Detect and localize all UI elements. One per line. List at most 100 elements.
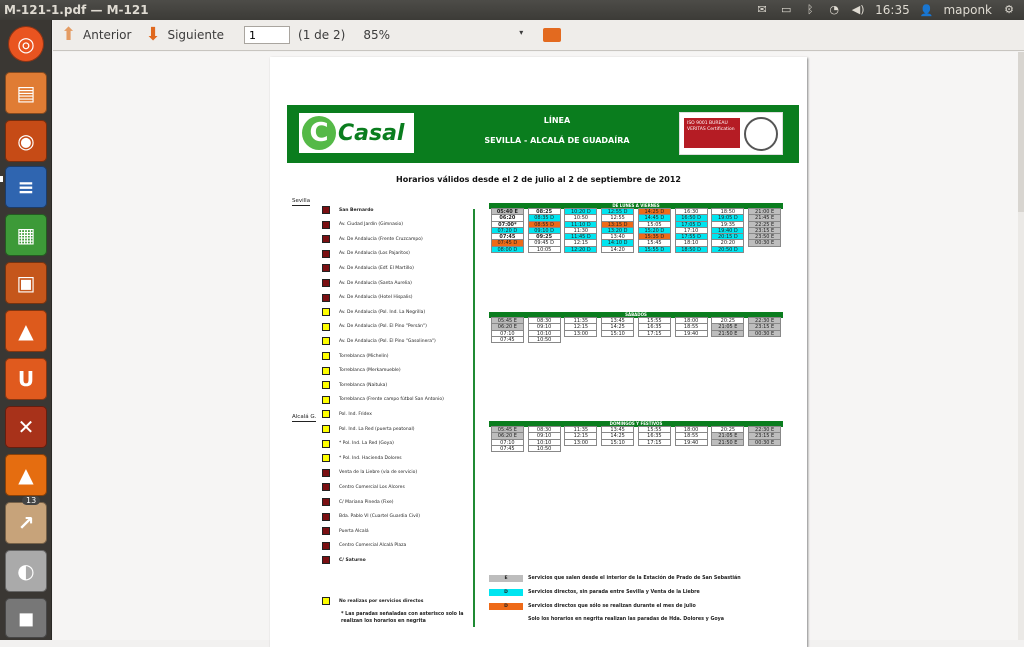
stop-item: Bda. Pablo VI (Cuartel Guardia Civil) [322,512,420,522]
casal-logo: C Casal [299,113,414,153]
wifi-icon[interactable]: ◔ [827,4,841,16]
time-cell: 10:05 [527,245,561,254]
zone-sevilla: Sevilla [292,198,311,206]
scrollbar[interactable] [1018,52,1024,640]
stop-item: C/ Mariana Pineda (Fixe) [322,497,393,507]
zone-alcala: Alcalá G. [292,414,317,422]
stop-item: Av. Ciudad Jardín (Gimnasio) [322,220,403,230]
divider-line [473,209,475,627]
stop-item: Torreblanca (Michelín) [322,351,389,361]
arrow-up-icon: ⬆ [61,24,77,45]
time-cell: 14:20 [601,245,635,254]
zoom-value: 85% [363,28,390,42]
time-cell: 21:50 E [711,329,745,337]
window-title: M-121-1.pdf — M-121 [4,3,149,17]
stop-item: Torreblanca (Naituka) [322,380,387,390]
stop-item: Av. De Andalucía (Hotel Hispalis) [322,293,413,303]
calc-icon[interactable]: ▦ [5,214,47,256]
impress-icon[interactable]: ▣ [5,262,47,304]
stop-item: Centro Comercial Los Alcores [322,482,405,492]
username[interactable]: maponk [943,3,992,17]
launcher: ◎ ▤ ◉ ≡ ▦ ▣ ▲ U ✕ ▲ ↗ 13 ◐ ◼ [0,20,52,640]
time-cell: 15:10 [601,329,635,337]
route-title: SEVILLA - ALCALÁ DE GUADAÍRA [484,136,630,145]
validity-title: Horarios válidos desde el 2 de julio al … [396,175,681,184]
writer-icon[interactable]: ≡ [5,166,47,208]
previous-label: Anterior [83,28,132,42]
dash-home-icon[interactable]: ◎ [8,26,44,62]
volume-icon[interactable]: ◀) [851,4,865,16]
time-cell: 07:45 [490,335,524,344]
page-number-input[interactable] [244,26,291,44]
legend-yellow: No realizas por servicios directos [322,596,423,606]
legend-item: D Servicios directos que sólo se realizan… [489,602,696,610]
document-view[interactable]: C Casal LÍNEA SEVILLA - ALCALÁ DE GUADAÍR… [53,52,1024,647]
stop-item: Venta de la Liebre (vía de servicio) [322,468,417,478]
document-viewer-icon[interactable]: ◐ [5,550,47,592]
time-cell: 15:55 D [637,245,671,254]
power-icon[interactable]: ⚙ [1002,4,1016,16]
time-cell: 12:20 D [564,245,598,254]
battery-icon[interactable]: ▭ [779,4,793,16]
files-icon[interactable]: ▤ [5,72,47,114]
certification-logo: ISO 9001 BUREAU VERITAS Certification [679,112,783,155]
time-cell: 10:50 [527,335,561,344]
next-label: Siguiente [167,28,225,42]
chevron-down-icon: ▾ [519,28,524,37]
timetable: DOMINGOS Y FESTIVOS 05:45 E 06:20 E 07:10 07… [489,421,783,453]
legend-note: Solo los horarios en negrita realizan la… [528,617,725,622]
vlc-icon[interactable]: ▲ [5,454,47,496]
stop-item: Torreblanca (Merkamueble) [322,366,401,376]
time-cell: 18:50 D [674,245,708,254]
stop-item: Av. De Andalucía (Santa Aurelia) [322,278,412,288]
time-cell: 00:30 E [748,438,782,446]
time-cell: 13:00 [564,329,598,337]
line-label: LÍNEA [543,116,571,125]
time-cell: 00:30 E [748,239,782,247]
legend-item: E Servicios que salen desde el interior d… [489,574,741,582]
zoom-select[interactable]: 85% ▾ [363,28,523,42]
clock[interactable]: 16:35 [875,3,910,17]
previous-page-button[interactable]: ⬆ Anterior [61,26,131,44]
workspace-icon[interactable]: ↗ [5,502,47,544]
stop-item: Av. De Andalucía (Pol. Ind. La Negrilla) [322,307,425,317]
time-cell: 00:30 E [748,329,782,337]
legend-item: D Servicios directos, sin parada entre Se… [489,588,700,596]
header-band: C Casal LÍNEA SEVILLA - ALCALÁ DE GUADAÍR… [287,105,799,163]
stop-item: Av. De Andalucía (Pol. El Pino "Persán") [322,322,427,332]
notification-badge: 13 [22,496,41,505]
viewer-toolbar: ⬆ Anterior ⬇ Siguiente (1 de 2) 85% ▾ [53,20,1024,51]
mail-icon[interactable]: ✉ [755,4,769,16]
stop-item: Pol. Ind. Fridex [322,409,372,419]
page-count: (1 de 2) [298,28,346,42]
top-panel: M-121-1.pdf — M-121 ✉ ▭ ᛒ ◔ ◀) 16:35 👤 m… [0,0,1024,20]
timetable: DE LUNES A VIERNES 05:40 E 06:20 07:00* 07:2… [489,203,783,254]
firefox-icon[interactable]: ◉ [5,120,47,162]
open-folder-icon[interactable] [543,28,562,42]
user-icon[interactable]: 👤 [920,4,934,17]
stop-item: Av. De Andalucía (Frente Cruzcampo) [322,234,423,244]
time-cell: 08:00 D [490,245,524,254]
stop-item: San Bernardo [322,205,374,215]
time-cell: 10:50 [527,444,561,453]
time-cell: 07:45 [490,444,524,453]
settings-icon[interactable]: ✕ [5,406,47,448]
stop-item: Av. De Andalucía (Pol. El Pino "Gasoline… [322,336,436,346]
pdf-page: C Casal LÍNEA SEVILLA - ALCALÁ DE GUADAÍR… [270,57,807,647]
next-page-button[interactable]: ⬇ Siguiente [145,26,224,44]
stop-item: Pol. Ind. La Red (puerta peatonal) [322,424,415,434]
stop-item: C/ Saturno [322,555,366,565]
time-cell: 21:50 E [711,438,745,446]
time-cell: 19:40 [674,438,708,446]
time-cell: 17:15 [637,329,671,337]
ubuntu-one-icon[interactable]: U [5,358,47,400]
bluetooth-icon[interactable]: ᛒ [803,4,817,16]
stop-item: Av. De Andalucía (Los Pajaritos) [322,249,410,259]
asterisk-note: * Las paradas señaladas con asterisco so… [341,612,464,624]
time-cell: 19:40 [674,329,708,337]
time-cell: 20:50 D [711,245,745,254]
stop-item: * Pol. Ind. La Red (Goya) [322,439,394,449]
software-center-icon[interactable]: ▲ [5,310,47,352]
dvd-icon[interactable]: ◼ [5,598,47,638]
stop-item: Puerta Alcalá [322,526,369,536]
